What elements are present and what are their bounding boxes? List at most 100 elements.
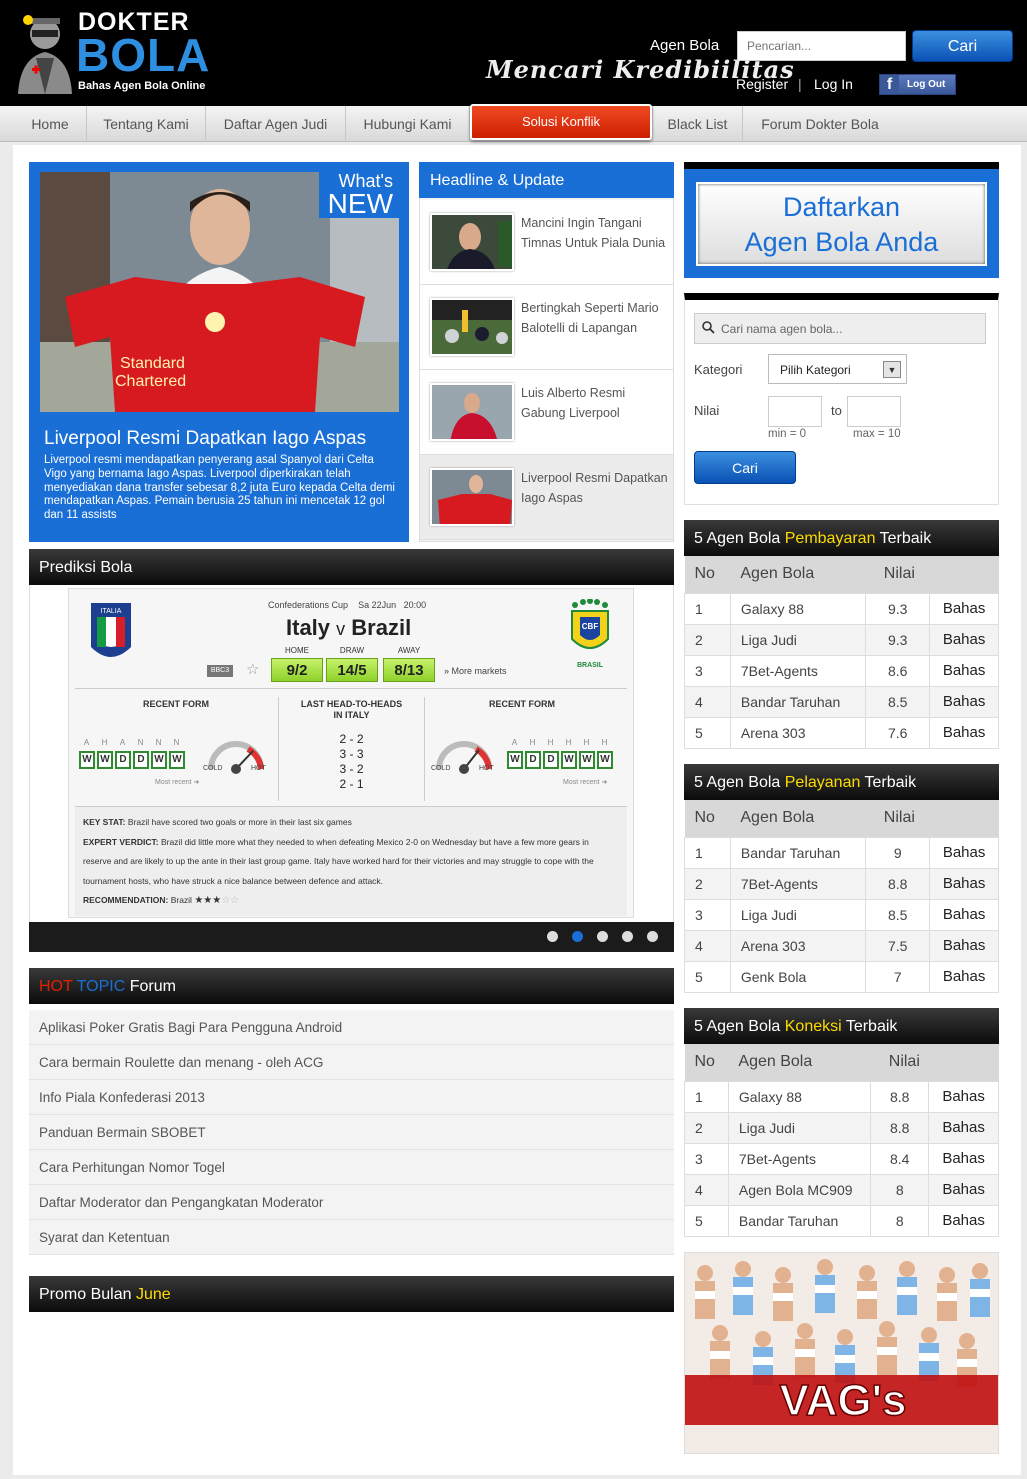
agent-search-button[interactable]: Cari	[694, 451, 796, 484]
gauge-hot-label: HOT	[479, 765, 494, 772]
agent-name[interactable]: Genk Bola	[729, 960, 867, 993]
promo-header: Promo Bulan June	[29, 1276, 674, 1312]
headline-item[interactable]: Mancini Ingin Tangani Timnas Untuk Piala…	[420, 200, 673, 285]
agent-name[interactable]: Liga Judi	[729, 898, 867, 931]
bahas-link[interactable]: Bahas	[928, 1173, 999, 1206]
slider-dot[interactable]	[647, 931, 658, 942]
bahas-link[interactable]: Bahas	[929, 592, 999, 625]
hot-topic-item[interactable]: Cara bermain Roulette dan menang - oleh …	[29, 1045, 674, 1080]
bahas-link[interactable]: Bahas	[929, 654, 999, 687]
agent-name[interactable]: Liga Judi	[727, 1111, 872, 1144]
login-link[interactable]: Log In	[814, 76, 853, 92]
headline-item-text[interactable]: Bertingkah Seperti Mario Balotelli di La…	[521, 298, 671, 338]
vags-advertisement[interactable]: VAG's	[684, 1252, 999, 1454]
nav-item-solusi-konflik[interactable]: Solusi Konflik	[470, 104, 652, 140]
hot-topic-item[interactable]: Daftar Moderator dan Pengangkatan Modera…	[29, 1185, 674, 1220]
nav-item-tentang-kami[interactable]: Tentang Kami	[87, 106, 206, 142]
hot-topic-item[interactable]: Info Piala Konfederasi 2013	[29, 1080, 674, 1115]
agent-name[interactable]: Arena 303	[729, 929, 867, 962]
agent-name[interactable]: Bandar Taruhan	[727, 1204, 872, 1237]
headline-item[interactable]: Bertingkah Seperti Mario Balotelli di La…	[420, 285, 673, 370]
headline-item[interactable]: Luis Alberto Resmi Gabung Liverpool	[420, 370, 673, 455]
headline-item-text[interactable]: Luis Alberto Resmi Gabung Liverpool	[521, 383, 671, 423]
italy-form-result: D	[115, 751, 131, 769]
agent-name[interactable]: Bandar Taruhan	[729, 836, 867, 869]
bahas-link[interactable]: Bahas	[929, 623, 999, 656]
nav-item-daftar-agen-judi[interactable]: Daftar Agen Judi	[206, 106, 346, 142]
agent-name[interactable]: Galaxy 88	[727, 1080, 872, 1113]
headline-item-text[interactable]: Liverpool Resmi Dapatkan Iago Aspas	[521, 468, 671, 508]
bahas-link[interactable]: Bahas	[929, 960, 999, 993]
favorite-star-icon[interactable]: ☆	[246, 660, 259, 678]
agent-name[interactable]: Galaxy 88	[729, 592, 867, 625]
more-markets-link[interactable]: » More markets	[444, 666, 507, 676]
agent-score: 8.8	[865, 867, 931, 900]
ranking-title-suffix: Terbaik	[879, 530, 932, 547]
agent-name[interactable]: Agen Bola MC909	[727, 1173, 872, 1206]
ranking-column-header: No	[684, 556, 731, 593]
register-agent-banner[interactable]: Daftarkan Agen Bola Anda	[696, 182, 987, 266]
verdict-row: EXPERT VERDICT: Brazil did little more w…	[83, 833, 619, 892]
headline-thumbnail[interactable]	[430, 383, 514, 441]
bahas-link[interactable]: Bahas	[928, 1080, 999, 1113]
hot-topic-item[interactable]: Syarat dan Ketentuan	[29, 1220, 674, 1255]
odds-value-button[interactable]: 14/5	[326, 658, 378, 682]
agent-name[interactable]: Arena 303	[729, 716, 867, 749]
slider-dot[interactable]	[547, 931, 558, 942]
headline-item[interactable]: Liverpool Resmi Dapatkan Iago Aspas	[420, 455, 673, 540]
agent-name[interactable]: 7Bet-Agents	[729, 654, 867, 687]
bahas-link[interactable]: Bahas	[928, 1111, 999, 1144]
headline-thumbnail[interactable]	[430, 213, 514, 271]
headline-thumbnail[interactable]	[430, 298, 514, 356]
nilai-min-input[interactable]	[768, 396, 822, 427]
table-row: 1 Galaxy 88 8.8 Bahas	[684, 1080, 999, 1113]
bahas-link[interactable]: Bahas	[928, 1142, 999, 1175]
bahas-link[interactable]: Bahas	[929, 836, 999, 869]
chevron-down-icon[interactable]: ▼	[883, 361, 901, 378]
agent-name[interactable]: Liga Judi	[729, 623, 867, 656]
gauge-cold-label: COLD	[431, 765, 451, 772]
bahas-link[interactable]: Bahas	[929, 898, 999, 931]
headline-item-text[interactable]: Mancini Ingin Tangani Timnas Untuk Piala…	[521, 213, 671, 253]
nav-item-black-list[interactable]: Black List	[652, 106, 743, 142]
search-button[interactable]: Cari	[912, 30, 1013, 62]
nav-item-forum-dokter-bola[interactable]: Forum Dokter Bola	[743, 106, 897, 142]
headline-thumbnail[interactable]	[430, 468, 514, 526]
agent-search-input[interactable]: Cari nama agen bola...	[694, 313, 986, 344]
table-row: 4 Arena 303 7.5 Bahas	[684, 929, 999, 962]
doctor-logo-icon[interactable]	[14, 8, 76, 94]
bahas-link[interactable]: Bahas	[929, 867, 999, 900]
hot-topic-item[interactable]: Panduan Bermain SBOBET	[29, 1115, 674, 1150]
agent-name[interactable]: Bandar Taruhan	[729, 685, 867, 718]
register-link[interactable]: Register	[736, 76, 788, 92]
odds-value-button[interactable]: 9/2	[271, 658, 323, 682]
odds-value-button[interactable]: 8/13	[383, 658, 435, 682]
nilai-max-input[interactable]	[847, 396, 901, 427]
table-row: 2 Liga Judi 8.8 Bahas	[684, 1111, 999, 1144]
ranking-column-header: Nilai	[865, 556, 930, 593]
shirt-sponsor-text: Chartered	[115, 373, 186, 390]
hot-topic-item[interactable]: Aplikasi Poker Gratis Bagi Para Pengguna…	[29, 1010, 674, 1045]
bahas-link[interactable]: Bahas	[928, 1204, 999, 1237]
bahas-link[interactable]: Bahas	[929, 685, 999, 718]
card-divider	[75, 688, 627, 689]
slider-dot[interactable]	[572, 931, 583, 942]
facebook-icon: f	[880, 75, 899, 94]
rank-number: 2	[684, 623, 731, 656]
odds-label: AWAY	[397, 646, 421, 655]
hot-topic-item[interactable]: Cara Perhitungan Nomor Togel	[29, 1150, 674, 1185]
ranking-column-header-empty	[929, 800, 999, 837]
ranking-title-prefix: 5 Agen Bola	[694, 1018, 781, 1035]
table-row: 1 Bandar Taruhan 9 Bahas	[684, 836, 999, 869]
agent-name[interactable]: 7Bet-Agents	[727, 1142, 872, 1175]
bahas-link[interactable]: Bahas	[929, 929, 999, 962]
slider-dot[interactable]	[597, 931, 608, 942]
nav-item-hubungi-kami[interactable]: Hubungi Kami	[346, 106, 470, 142]
facebook-logout-button[interactable]: f Log Out	[879, 74, 956, 95]
agent-name[interactable]: 7Bet-Agents	[729, 867, 867, 900]
slider-dot[interactable]	[622, 931, 633, 942]
nav-item-home[interactable]: Home	[14, 106, 87, 142]
bahas-link[interactable]: Bahas	[929, 716, 999, 749]
logo-text-bola[interactable]: BOLA	[76, 30, 210, 80]
whats-new-title[interactable]: Liverpool Resmi Dapatkan Iago Aspas	[44, 428, 366, 450]
